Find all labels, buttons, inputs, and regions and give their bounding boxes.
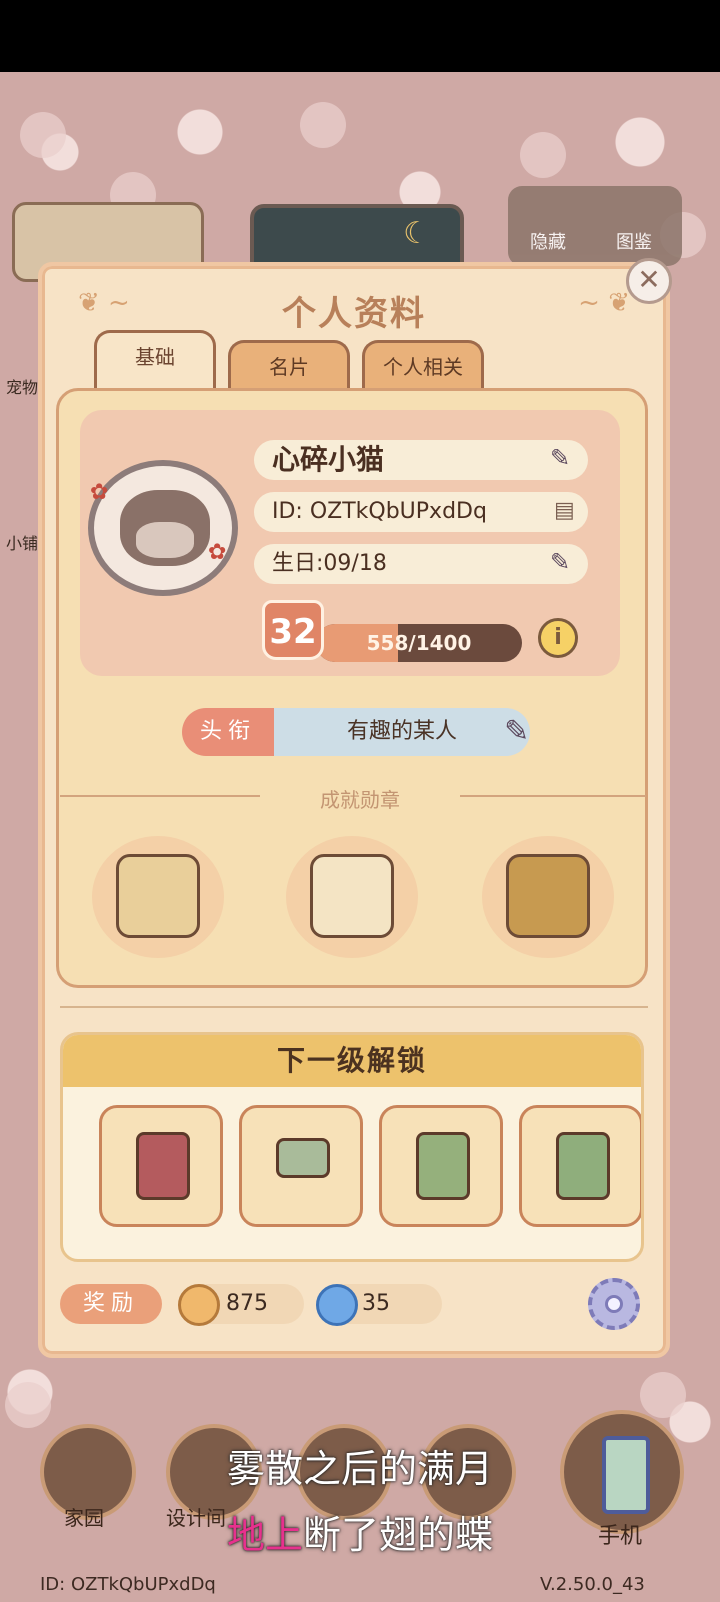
title-value[interactable]: 有趣的某人	[274, 708, 530, 756]
player-name: 心碎小猫	[272, 443, 385, 476]
hide-label[interactable]: 隐藏	[530, 228, 566, 254]
flower-wreath-icon: ✿	[90, 480, 109, 505]
exp-text: 558/1400	[366, 631, 472, 655]
moon-icon: ☾	[403, 216, 430, 251]
wardrobe-icon	[556, 1132, 610, 1200]
coin-icon	[178, 1284, 220, 1326]
unlock-item-wardrobe[interactable]	[519, 1105, 641, 1227]
unlock-item-stool[interactable]	[239, 1105, 363, 1227]
tab-card[interactable]: 名片	[228, 340, 350, 392]
footer-id: ID: OZTkQbUPxdDq	[40, 1574, 216, 1595]
swirl-icon	[316, 1284, 358, 1326]
unlock-item-cabinet[interactable]	[379, 1105, 503, 1227]
lyric-line-2: 地上断了翅的蝶	[0, 1504, 720, 1559]
lyric-highlight: 地上	[226, 1513, 303, 1557]
blossom-decoration	[520, 132, 566, 178]
stool-icon	[276, 1138, 330, 1178]
swirl-amount: 35	[362, 1291, 390, 1316]
bear-face-icon	[136, 522, 194, 558]
stamp-icon	[506, 854, 590, 938]
close-button[interactable]: ✕	[626, 258, 672, 304]
birthday-field: 生日:09/18	[254, 544, 588, 584]
title-tag: 头衔	[182, 708, 274, 756]
side-label-shop[interactable]: 小铺	[6, 530, 38, 554]
player-birthday: 生日:09/18	[272, 551, 387, 576]
flower-wreath-icon: ✿	[208, 540, 227, 565]
level-badge: 32	[262, 600, 324, 660]
name-field: 心碎小猫	[254, 440, 588, 480]
unlock-item-jar[interactable]	[99, 1105, 223, 1227]
edit-birthday-pencil-icon[interactable]: ✎	[550, 548, 570, 576]
medal-envelope[interactable]	[286, 836, 418, 958]
achievements-heading: 成就勋章	[320, 788, 400, 812]
side-label-pets[interactable]: 宠物	[6, 374, 38, 398]
blossom-decoration	[5, 1382, 51, 1428]
divider	[60, 1006, 648, 1008]
coin-amount: 875	[226, 1291, 268, 1316]
medal-coin-bag[interactable]	[92, 836, 224, 958]
tab-personal[interactable]: 个人相关	[362, 340, 484, 392]
jar-icon	[136, 1132, 190, 1200]
cabinet-icon	[416, 1132, 470, 1200]
medal-stamp[interactable]	[482, 836, 614, 958]
unlock-heading: 下一级解锁	[63, 1035, 641, 1087]
lyric-line-1: 雾散之后的满月	[226, 1447, 493, 1491]
close-icon: ✕	[637, 263, 661, 296]
info-button[interactable]: i	[538, 618, 578, 658]
edit-name-pencil-icon[interactable]: ✎	[550, 444, 570, 472]
next-level-unlock: 下一级解锁	[60, 1032, 644, 1262]
info-icon: i	[554, 625, 562, 650]
copy-id-icon[interactable]: ▤	[554, 498, 575, 523]
settings-gear-icon[interactable]	[588, 1278, 640, 1330]
id-field: ID: OZTkQbUPxdDq	[254, 492, 588, 532]
version-text: V.2.50.0_43	[540, 1574, 645, 1595]
reward-label: 奖励	[60, 1284, 162, 1324]
blossom-decoration	[640, 1372, 686, 1418]
status-bar	[0, 0, 720, 72]
catalog-label[interactable]: 图鉴	[616, 228, 652, 254]
envelope-icon	[310, 854, 394, 938]
blossom-decoration	[300, 102, 346, 148]
lyric-rest: 断了翅的蝶	[303, 1513, 494, 1557]
edit-title-pencil-icon[interactable]: ✎	[504, 714, 529, 749]
blossom-decoration	[20, 112, 66, 158]
hud-right-panel: 隐藏 图鉴	[508, 186, 682, 266]
tab-basic[interactable]: 基础	[94, 330, 216, 390]
coin-bag-icon	[116, 854, 200, 938]
player-id: ID: OZTkQbUPxdDq	[272, 499, 487, 524]
dialog-title: 个人资料	[282, 294, 426, 334]
